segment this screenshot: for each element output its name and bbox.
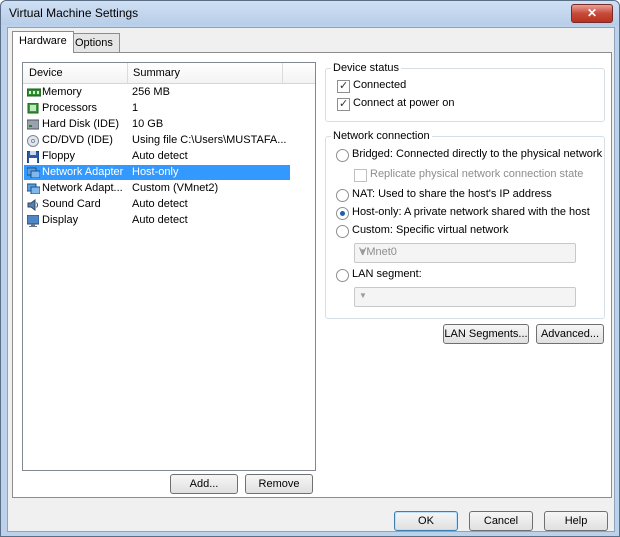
device-summary: Auto detect [132, 198, 188, 210]
device-status-group: Device status Connected Connect at power… [325, 62, 605, 122]
device-list[interactable]: Device Summary Memory 256 MB Processors … [22, 62, 316, 471]
device-summary: 1 [132, 102, 139, 114]
connected-checkbox[interactable] [337, 79, 350, 93]
chevron-down-icon: ▼ [359, 291, 367, 300]
device-row-network-adapter-2[interactable]: Network Adapt... Custom (VMnet2) [24, 181, 290, 196]
network-adapter-icon [26, 167, 41, 179]
device-row-sound-card[interactable]: Sound Card Auto detect [24, 197, 290, 212]
nat-radio[interactable] [336, 189, 349, 202]
window-title: Virtual Machine Settings [9, 6, 139, 20]
custom-label[interactable]: Custom: Specific virtual network [352, 224, 509, 236]
network-adapter-icon [26, 183, 41, 195]
close-icon: ✕ [586, 6, 598, 20]
host-only-label[interactable]: Host-only: A private network shared with… [352, 206, 590, 218]
help-button[interactable]: Help [544, 511, 608, 531]
device-row-display[interactable]: Display Auto detect [24, 213, 290, 228]
network-connection-title: Network connection [331, 130, 432, 142]
tab-options[interactable]: Options [68, 33, 120, 52]
bridged-radio[interactable] [336, 149, 349, 162]
host-only-radio[interactable] [336, 207, 349, 220]
device-summary: Host-only [132, 166, 179, 178]
device-summary: Using file C:\Users\MUSTAFA... [132, 134, 287, 146]
replicate-state-checkbox[interactable] [354, 169, 367, 182]
title-bar: Virtual Machine Settings ✕ [1, 1, 619, 25]
window: Virtual Machine Settings ✕ Hardware Opti… [0, 0, 620, 537]
lan-segments-button[interactable]: LAN Segments... [443, 324, 529, 344]
device-summary: 10 GB [132, 118, 164, 130]
sound-card-icon [27, 199, 39, 211]
connected-label[interactable]: Connected [353, 79, 406, 91]
device-summary: Custom (VMnet2) [132, 182, 219, 194]
connect-at-power-on-label[interactable]: Connect at power on [353, 97, 455, 109]
device-name: Floppy [42, 150, 76, 162]
processor-icon [27, 102, 39, 114]
hard-disk-icon [26, 119, 40, 130]
lan-segment-label[interactable]: LAN segment: [352, 268, 422, 280]
device-summary: Auto detect [132, 150, 188, 162]
device-summary: Auto detect [132, 214, 188, 226]
device-name: Network Adapt... [42, 182, 123, 194]
floppy-icon [26, 150, 40, 164]
ok-button[interactable]: OK [394, 511, 458, 531]
add-button[interactable]: Add... [170, 474, 238, 494]
device-name: Memory [42, 86, 82, 98]
device-name: Sound Card [42, 198, 101, 210]
device-summary: 256 MB [132, 86, 170, 98]
device-row-floppy[interactable]: Floppy Auto detect [24, 149, 290, 164]
chevron-down-icon: ▼ [359, 247, 367, 256]
nat-label[interactable]: NAT: Used to share the host's IP address [352, 188, 552, 200]
custom-radio[interactable] [336, 225, 349, 238]
replicate-state-label: Replicate physical network connection st… [370, 168, 584, 180]
tab-hardware[interactable]: Hardware [12, 31, 74, 53]
dialog-client: Hardware Options Device Summary Memory 2… [7, 27, 615, 532]
device-name: CD/DVD (IDE) [42, 134, 113, 146]
bridged-label[interactable]: Bridged: Connected directly to the physi… [352, 148, 602, 160]
device-list-header: Device Summary [23, 63, 315, 84]
close-button[interactable]: ✕ [571, 4, 613, 23]
display-icon [26, 214, 40, 227]
device-row-hard-disk[interactable]: Hard Disk (IDE) 10 GB [24, 117, 290, 132]
cd-dvd-icon [27, 135, 39, 147]
device-row-memory[interactable]: Memory 256 MB [24, 85, 290, 100]
column-summary[interactable]: Summary [133, 67, 180, 79]
device-status-title: Device status [331, 62, 402, 74]
cancel-button[interactable]: Cancel [469, 511, 533, 531]
lan-segment-radio[interactable] [336, 269, 349, 282]
remove-button[interactable]: Remove [245, 474, 313, 494]
connect-at-power-on-checkbox[interactable] [337, 97, 350, 111]
hardware-panel: Device Summary Memory 256 MB Processors … [12, 52, 612, 498]
device-row-network-adapter[interactable]: Network Adapter Host-only [24, 165, 290, 180]
device-row-cd-dvd[interactable]: CD/DVD (IDE) Using file C:\Users\MUSTAFA… [24, 133, 290, 148]
column-device[interactable]: Device [29, 67, 63, 79]
device-name: Processors [42, 102, 98, 114]
advanced-button[interactable]: Advanced... [536, 324, 604, 344]
device-name: Hard Disk (IDE) [42, 118, 120, 130]
device-name: Network Adapter [42, 166, 124, 178]
custom-network-select[interactable]: VMnet0 ▼ [354, 243, 576, 263]
device-row-processors[interactable]: Processors 1 [24, 101, 290, 116]
memory-icon [26, 87, 42, 98]
device-name: Display [42, 214, 79, 226]
lan-segment-select[interactable]: ▼ [354, 287, 576, 307]
network-connection-group: Network connection Bridged: Connected di… [325, 130, 605, 319]
